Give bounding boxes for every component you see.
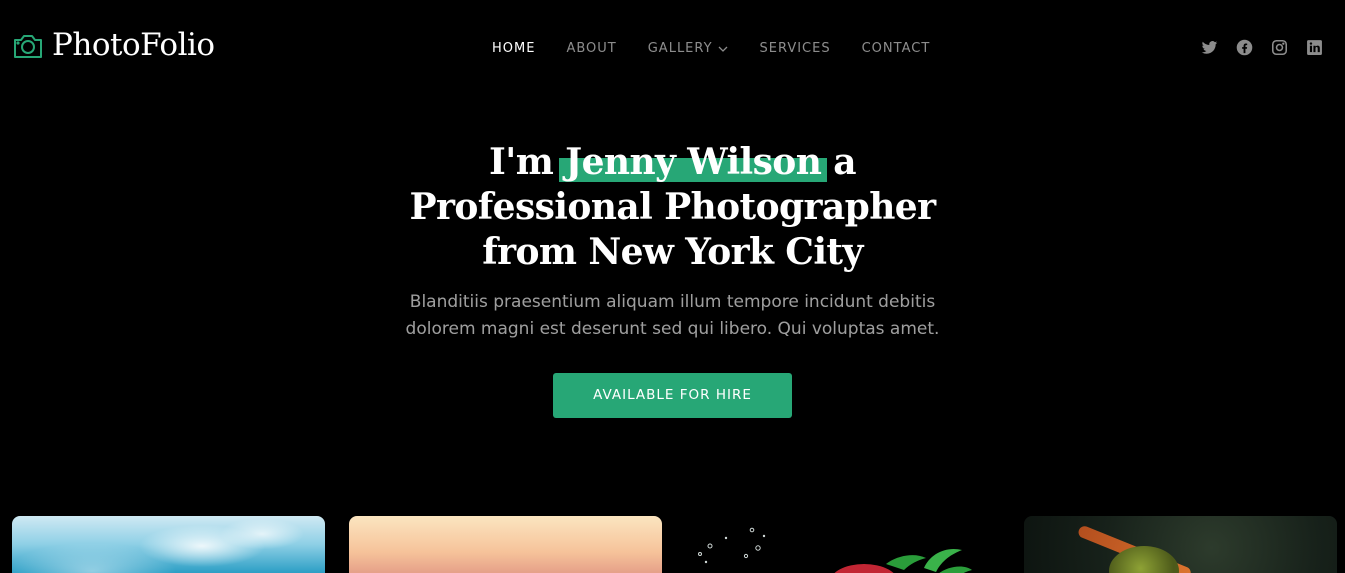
instagram-icon[interactable] bbox=[1271, 39, 1288, 56]
gallery-tile-insect[interactable] bbox=[1024, 516, 1337, 573]
nav-item-contact[interactable]: CONTACT bbox=[862, 41, 931, 57]
nav-item-label: HOME bbox=[492, 41, 536, 56]
nav-item-home[interactable]: HOME bbox=[492, 41, 535, 57]
nav-item-about[interactable]: ABOUT bbox=[566, 41, 616, 57]
linkedin-icon[interactable] bbox=[1306, 39, 1323, 56]
gallery-tile-ocean-wave[interactable] bbox=[12, 516, 325, 573]
nav-item-label: SERVICES bbox=[759, 41, 831, 56]
strawberry-image bbox=[698, 527, 972, 573]
logo[interactable]: PhotoFolio bbox=[12, 30, 215, 61]
gallery-tile-sunset[interactable] bbox=[349, 516, 662, 573]
camera-icon bbox=[12, 32, 44, 60]
twitter-icon[interactable] bbox=[1201, 39, 1218, 56]
nav-item-gallery[interactable]: GALLERY bbox=[648, 41, 729, 57]
social-links bbox=[1201, 39, 1323, 56]
gallery-tile-strawberry[interactable] bbox=[686, 516, 999, 573]
hero-title-line2: Professional Photographer bbox=[409, 186, 937, 228]
nav-item-label: GALLERY bbox=[647, 41, 713, 56]
hero-title-prefix: I'm bbox=[489, 141, 554, 183]
hero-title: I'm Jenny Wilson a Professional Photogra… bbox=[323, 140, 1023, 275]
site-header: PhotoFolio HOME ABOUT GALLERY SERVICES C… bbox=[0, 0, 1345, 100]
hero-description: Blanditiis praesentium aliquam illum tem… bbox=[405, 292, 940, 339]
brand-name: PhotoFolio bbox=[52, 27, 215, 63]
hero-section: I'm Jenny Wilson a Professional Photogra… bbox=[0, 140, 1345, 418]
gallery-strip bbox=[12, 516, 1337, 573]
chevron-down-icon bbox=[717, 43, 729, 55]
nav-item-label: ABOUT bbox=[566, 41, 617, 56]
wave-image bbox=[12, 516, 325, 573]
main-nav: HOME ABOUT GALLERY SERVICES CONTACT bbox=[492, 41, 930, 57]
hero-title-after-name: a bbox=[833, 141, 856, 183]
nav-item-label: CONTACT bbox=[861, 41, 931, 56]
hero-name-highlight: Jenny Wilson bbox=[559, 141, 828, 183]
facebook-icon[interactable] bbox=[1236, 39, 1253, 56]
nav-item-services[interactable]: SERVICES bbox=[760, 41, 831, 57]
hero-title-line3: from New York City bbox=[482, 231, 863, 273]
available-for-hire-button[interactable]: AVAILABLE FOR HIRE bbox=[553, 373, 792, 418]
